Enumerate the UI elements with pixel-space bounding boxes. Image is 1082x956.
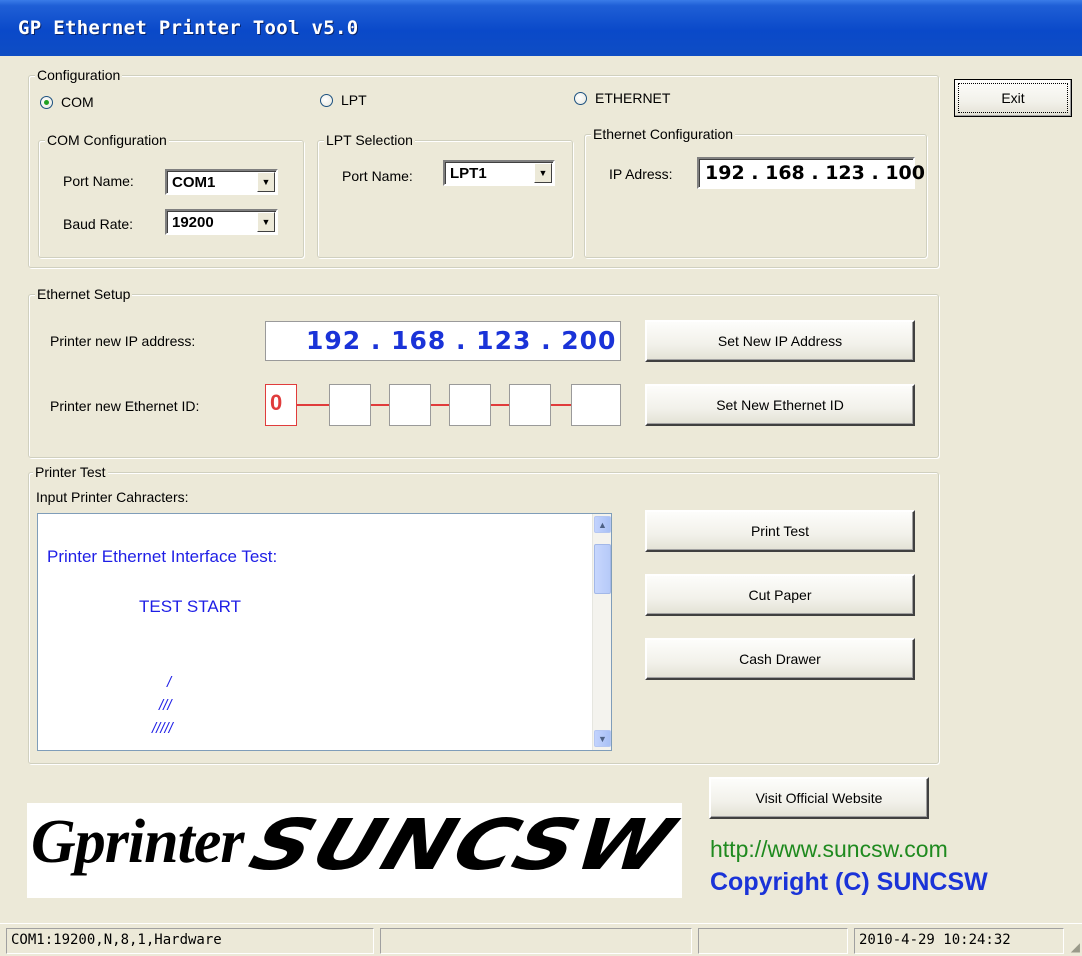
radio-com[interactable]: COM [40, 94, 94, 110]
chevron-down-icon[interactable]: ▼ [257, 212, 275, 232]
ethernet-id-field-3[interactable] [389, 384, 431, 426]
id-separator [491, 404, 509, 406]
logo-printer-text: Gprinter [31, 808, 244, 876]
resize-grip-icon[interactable]: ◢ [1071, 940, 1080, 954]
chevron-down-icon[interactable]: ▼ [257, 172, 275, 192]
new-ip-input[interactable]: 192 . 168 . 123 . 200 [265, 321, 621, 361]
cut-paper-button[interactable]: Cut Paper [645, 574, 915, 616]
ethernet-id-field-5[interactable] [509, 384, 551, 426]
ip-address-input[interactable]: 192 . 168 . 123 . 100 [697, 157, 925, 189]
radio-lpt-label: LPT [341, 92, 367, 108]
status-bar: COM1:19200,N,8,1,Hardware 2010-4-29 10:2… [0, 923, 1082, 956]
radio-ethernet-label: ETHERNET [595, 90, 671, 106]
cash-drawer-label: Cash Drawer [739, 651, 821, 667]
ip-address-value: 192 . 168 . 123 . 100 [705, 162, 925, 184]
baud-rate-value: 19200 [172, 214, 214, 231]
radio-ethernet[interactable]: ETHERNET [574, 90, 670, 106]
id-separator [431, 404, 449, 406]
copyright-text: Copyright (C) SUNCSW [710, 868, 988, 896]
status-panel-3 [698, 928, 848, 954]
ethernet-configuration-group: Ethernet Configuration [584, 125, 927, 258]
text-line-1: Printer Ethernet Interface Test: [47, 547, 278, 566]
com-configuration-legend: COM Configuration [45, 131, 169, 149]
ethernet-id-field-6[interactable] [571, 384, 621, 426]
new-ip-label: Printer new IP address: [50, 333, 196, 349]
lpt-port-select[interactable]: LPT1 ▼ [443, 160, 555, 186]
set-new-ethernet-id-button[interactable]: Set New Ethernet ID [645, 384, 915, 426]
radio-lpt[interactable]: LPT [320, 92, 367, 108]
set-new-ethernet-id-label: Set New Ethernet ID [716, 397, 844, 413]
printer-test-legend: Printer Test [33, 463, 108, 481]
print-test-button[interactable]: Print Test [645, 510, 915, 552]
baud-rate-label: Baud Rate: [63, 216, 134, 232]
title-bar[interactable]: GP Ethernet Printer Tool v5.0 [0, 0, 1082, 56]
com-configuration-group: COM Configuration [38, 131, 304, 258]
ethernet-id-value-1: 0 [270, 390, 283, 415]
com-port-value: COM1 [172, 174, 216, 191]
cash-drawer-button[interactable]: Cash Drawer [645, 638, 915, 680]
print-test-label: Print Test [750, 523, 810, 539]
status-panel-2 [380, 928, 692, 954]
radio-com-indicator[interactable] [40, 95, 53, 109]
radio-ethernet-indicator[interactable] [574, 91, 587, 105]
status-datetime: 2010-4-29 10:24:32 [854, 928, 1064, 954]
lpt-selection-group: LPT Selection [317, 131, 573, 258]
vertical-scrollbar[interactable]: ▲ ▼ [592, 514, 611, 750]
text-line-3: / [167, 674, 172, 691]
radio-com-label: COM [61, 94, 94, 110]
id-separator [371, 404, 389, 406]
status-port-info: COM1:19200,N,8,1,Hardware [6, 928, 374, 954]
radio-lpt-indicator[interactable] [320, 93, 333, 107]
scroll-thumb[interactable] [594, 544, 611, 594]
lpt-port-label: Port Name: [342, 168, 413, 184]
visit-website-button[interactable]: Visit Official Website [709, 777, 929, 819]
com-port-select[interactable]: COM1 ▼ [165, 169, 278, 195]
new-ip-value: 192 . 168 . 123 . 200 [306, 326, 617, 355]
scroll-up-icon[interactable]: ▲ [594, 516, 611, 533]
set-new-ip-label: Set New IP Address [717, 333, 843, 349]
lpt-port-value: LPT1 [450, 165, 487, 182]
website-url: http://www.suncsw.com [710, 836, 948, 862]
text-line-5: ///// [152, 720, 173, 737]
ethernet-id-field-2[interactable] [329, 384, 371, 426]
ethernet-id-field-1[interactable]: 0 [265, 384, 297, 426]
ip-address-label: IP Adress: [609, 166, 673, 182]
id-separator [297, 404, 329, 406]
ethernet-setup-legend: Ethernet Setup [35, 285, 133, 303]
company-logo: Gprinter SUNCSW [27, 803, 686, 898]
logo-brand-text: SUNCSW [240, 804, 686, 886]
exit-button[interactable]: Exit [954, 79, 1072, 117]
baud-rate-select[interactable]: 19200 ▼ [165, 209, 278, 235]
configuration-legend: Configuration [35, 66, 123, 84]
set-new-ip-button[interactable]: Set New IP Address [645, 320, 915, 362]
com-port-label: Port Name: [63, 173, 134, 189]
exit-button-label: Exit [1001, 90, 1025, 106]
input-characters-label: Input Printer Cahracters: [36, 489, 189, 505]
lpt-selection-legend: LPT Selection [324, 131, 415, 149]
visit-website-label: Visit Official Website [755, 790, 883, 806]
chevron-down-icon[interactable]: ▼ [534, 163, 552, 183]
ethernet-configuration-legend: Ethernet Configuration [591, 125, 736, 143]
new-ethernet-id-label: Printer new Ethernet ID: [50, 398, 200, 414]
text-line-4: /// [159, 697, 172, 714]
ethernet-setup-group: Ethernet Setup [28, 285, 939, 458]
scroll-down-icon[interactable]: ▼ [594, 730, 611, 747]
window-title: GP Ethernet Printer Tool v5.0 [18, 17, 359, 39]
ethernet-id-field-4[interactable] [449, 384, 491, 426]
id-separator [551, 404, 571, 406]
cut-paper-label: Cut Paper [748, 587, 812, 603]
test-text-area[interactable]: Printer Ethernet Interface Test: TEST ST… [37, 513, 612, 751]
text-line-2: TEST START [139, 597, 242, 616]
